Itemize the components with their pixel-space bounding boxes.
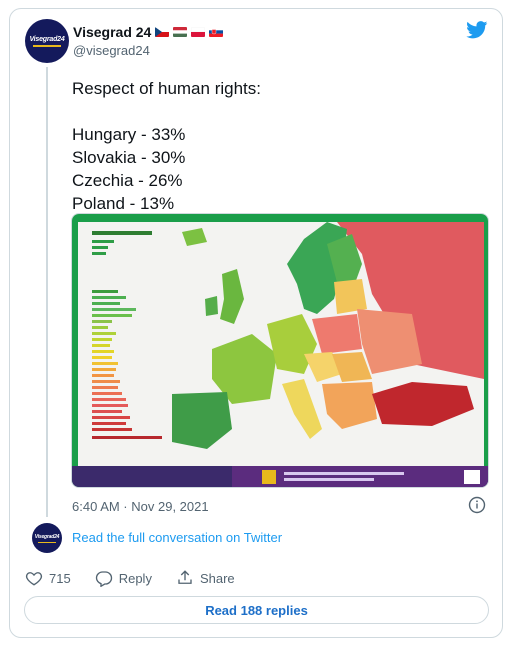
- info-icon[interactable]: [468, 496, 486, 514]
- avatar-stripe: [33, 44, 61, 47]
- tweet-text: Respect of human rights: Hungary - 33% S…: [72, 77, 261, 215]
- read-replies-label: Read 188 replies: [205, 602, 308, 618]
- tweet-image[interactable]: [71, 213, 489, 488]
- read-replies-button[interactable]: Read 188 replies: [24, 596, 489, 624]
- share-icon: [178, 570, 192, 584]
- poland-flag-icon: [191, 27, 206, 37]
- avatar-brand-text: Visegrad24: [34, 533, 60, 540]
- reply-label: Reply: [118, 570, 152, 586]
- tweet-text-line: Slovakia - 30%: [72, 148, 186, 167]
- avatar-brand-text: Visegrad24: [29, 35, 65, 43]
- hungary-flag-icon: [173, 27, 188, 37]
- reply-button[interactable]: Reply: [95, 569, 152, 587]
- author-handle[interactable]: @visegrad24: [73, 43, 150, 58]
- tweet-text-line: [72, 100, 261, 123]
- avatar[interactable]: Visegrad24: [25, 19, 69, 63]
- share-label: Share: [199, 570, 235, 586]
- tweet-actions: 715 Reply Share: [25, 569, 259, 587]
- tweet-text-line: Poland - 13%: [72, 194, 175, 213]
- tweet-text-line: Respect of human rights:: [72, 79, 261, 98]
- author-name-row[interactable]: Visegrad 24: [73, 24, 224, 40]
- conversation-avatar[interactable]: Visegrad24: [32, 523, 62, 553]
- avatar-stripe: [38, 541, 56, 543]
- author-display-name[interactable]: Visegrad 24: [73, 24, 151, 40]
- share-button[interactable]: Share: [176, 569, 235, 587]
- czech-flag-icon: [155, 27, 170, 37]
- footer-logo: [262, 470, 276, 484]
- like-count: 715: [49, 570, 71, 586]
- footer-text: [284, 478, 374, 481]
- tweet-card: Visegrad24 Visegrad 24 @visegrad24 Respe…: [9, 8, 503, 638]
- like-button[interactable]: 715: [25, 569, 71, 587]
- heart-icon: [25, 572, 43, 586]
- twitter-bird-icon[interactable]: [466, 21, 488, 39]
- tweet-timestamp[interactable]: 6:40 AM · Nov 29, 2021: [72, 499, 209, 514]
- thread-line: [46, 67, 48, 517]
- reply-icon: [95, 571, 112, 587]
- footer-text: [284, 472, 404, 475]
- slovakia-flag-icon: [209, 27, 224, 37]
- tweet-text-line: Hungary - 33%: [72, 125, 186, 144]
- qr-code: [464, 470, 480, 484]
- read-full-conversation-link[interactable]: Read the full conversation on Twitter: [72, 530, 282, 545]
- rainbow-europe-map-image: [72, 214, 488, 487]
- tweet-text-line: Czechia - 26%: [72, 171, 183, 190]
